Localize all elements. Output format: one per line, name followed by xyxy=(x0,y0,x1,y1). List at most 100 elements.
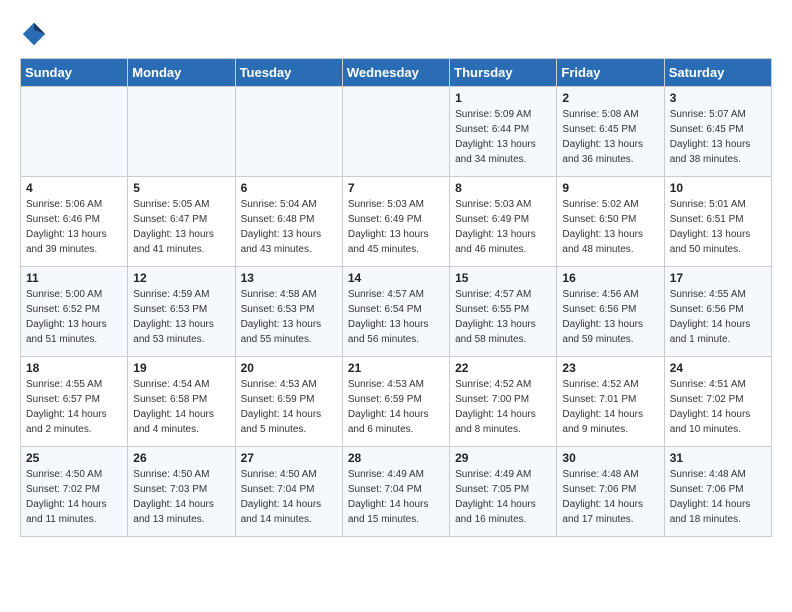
day-detail: Sunrise: 5:04 AM Sunset: 6:48 PM Dayligh… xyxy=(241,197,337,257)
calendar-day-cell: 5 Sunrise: 5:05 AM Sunset: 6:47 PM Daylig… xyxy=(128,177,235,267)
calendar-day-cell: 23 Sunrise: 4:52 AM Sunset: 7:01 PM Dayli… xyxy=(557,357,664,447)
day-of-week-header: Sunday xyxy=(21,59,128,87)
day-detail: Sunrise: 4:51 AM Sunset: 7:02 PM Dayligh… xyxy=(670,377,766,437)
day-detail: Sunrise: 5:07 AM Sunset: 6:45 PM Dayligh… xyxy=(670,107,766,167)
day-detail: Sunrise: 4:53 AM Sunset: 6:59 PM Dayligh… xyxy=(348,377,444,437)
calendar-week-row: 4 Sunrise: 5:06 AM Sunset: 6:46 PM Daylig… xyxy=(21,177,772,267)
day-number: 26 xyxy=(133,451,229,465)
day-detail: Sunrise: 5:02 AM Sunset: 6:50 PM Dayligh… xyxy=(562,197,658,257)
day-detail: Sunrise: 5:03 AM Sunset: 6:49 PM Dayligh… xyxy=(455,197,551,257)
calendar-day-cell xyxy=(235,87,342,177)
day-number: 12 xyxy=(133,271,229,285)
calendar-day-cell: 26 Sunrise: 4:50 AM Sunset: 7:03 PM Dayli… xyxy=(128,447,235,537)
day-number: 17 xyxy=(670,271,766,285)
calendar-day-cell: 28 Sunrise: 4:49 AM Sunset: 7:04 PM Dayli… xyxy=(342,447,449,537)
calendar-day-cell xyxy=(21,87,128,177)
calendar-day-cell: 6 Sunrise: 5:04 AM Sunset: 6:48 PM Daylig… xyxy=(235,177,342,267)
calendar-day-cell: 2 Sunrise: 5:08 AM Sunset: 6:45 PM Daylig… xyxy=(557,87,664,177)
day-detail: Sunrise: 4:48 AM Sunset: 7:06 PM Dayligh… xyxy=(670,467,766,527)
day-number: 4 xyxy=(26,181,122,195)
calendar-day-cell: 9 Sunrise: 5:02 AM Sunset: 6:50 PM Daylig… xyxy=(557,177,664,267)
calendar-day-cell: 12 Sunrise: 4:59 AM Sunset: 6:53 PM Dayli… xyxy=(128,267,235,357)
calendar-day-cell: 17 Sunrise: 4:55 AM Sunset: 6:56 PM Dayli… xyxy=(664,267,771,357)
day-of-week-header: Friday xyxy=(557,59,664,87)
calendar-day-cell: 29Sunrise: 4:49 AM Sunset: 7:05 PM Dayli… xyxy=(450,447,557,537)
day-detail: Sunrise: 4:52 AM Sunset: 7:01 PM Dayligh… xyxy=(562,377,658,437)
day-detail: Sunrise: 4:57 AM Sunset: 6:55 PM Dayligh… xyxy=(455,287,551,347)
day-detail: Sunrise: 4:48 AM Sunset: 7:06 PM Dayligh… xyxy=(562,467,658,527)
calendar-day-cell: 14 Sunrise: 4:57 AM Sunset: 6:54 PM Dayli… xyxy=(342,267,449,357)
calendar-week-row: 11Sunrise: 5:00 AM Sunset: 6:52 PM Dayli… xyxy=(21,267,772,357)
logo-icon xyxy=(20,20,48,48)
day-number: 22 xyxy=(455,361,551,375)
calendar-table: SundayMondayTuesdayWednesdayThursdayFrid… xyxy=(20,58,772,537)
day-detail: Sunrise: 4:49 AM Sunset: 7:04 PM Dayligh… xyxy=(348,467,444,527)
calendar-day-cell: 11Sunrise: 5:00 AM Sunset: 6:52 PM Dayli… xyxy=(21,267,128,357)
calendar-day-cell: 4 Sunrise: 5:06 AM Sunset: 6:46 PM Daylig… xyxy=(21,177,128,267)
calendar-day-cell: 16 Sunrise: 4:56 AM Sunset: 6:56 PM Dayli… xyxy=(557,267,664,357)
day-of-week-header: Thursday xyxy=(450,59,557,87)
day-number: 28 xyxy=(348,451,444,465)
day-number: 5 xyxy=(133,181,229,195)
day-number: 9 xyxy=(562,181,658,195)
day-number: 23 xyxy=(562,361,658,375)
calendar-day-cell: 1 Sunrise: 5:09 AM Sunset: 6:44 PM Daylig… xyxy=(450,87,557,177)
header xyxy=(20,20,772,48)
calendar-day-cell: 22Sunrise: 4:52 AM Sunset: 7:00 PM Dayli… xyxy=(450,357,557,447)
calendar-week-row: 1 Sunrise: 5:09 AM Sunset: 6:44 PM Daylig… xyxy=(21,87,772,177)
day-number: 21 xyxy=(348,361,444,375)
day-detail: Sunrise: 5:06 AM Sunset: 6:46 PM Dayligh… xyxy=(26,197,122,257)
logo xyxy=(20,20,52,48)
day-of-week-header: Monday xyxy=(128,59,235,87)
day-number: 19 xyxy=(133,361,229,375)
day-detail: Sunrise: 4:54 AM Sunset: 6:58 PM Dayligh… xyxy=(133,377,229,437)
day-detail: Sunrise: 5:08 AM Sunset: 6:45 PM Dayligh… xyxy=(562,107,658,167)
day-of-week-header: Tuesday xyxy=(235,59,342,87)
day-number: 14 xyxy=(348,271,444,285)
calendar-week-row: 25 Sunrise: 4:50 AM Sunset: 7:02 PM Dayli… xyxy=(21,447,772,537)
day-detail: Sunrise: 4:56 AM Sunset: 6:56 PM Dayligh… xyxy=(562,287,658,347)
day-number: 30 xyxy=(562,451,658,465)
day-number: 2 xyxy=(562,91,658,105)
day-number: 31 xyxy=(670,451,766,465)
calendar-day-cell: 21 Sunrise: 4:53 AM Sunset: 6:59 PM Dayli… xyxy=(342,357,449,447)
calendar-day-cell: 7 Sunrise: 5:03 AM Sunset: 6:49 PM Daylig… xyxy=(342,177,449,267)
day-number: 3 xyxy=(670,91,766,105)
days-of-week-row: SundayMondayTuesdayWednesdayThursdayFrid… xyxy=(21,59,772,87)
calendar-day-cell: 30 Sunrise: 4:48 AM Sunset: 7:06 PM Dayli… xyxy=(557,447,664,537)
day-detail: Sunrise: 4:50 AM Sunset: 7:04 PM Dayligh… xyxy=(241,467,337,527)
day-detail: Sunrise: 4:55 AM Sunset: 6:56 PM Dayligh… xyxy=(670,287,766,347)
day-number: 25 xyxy=(26,451,122,465)
day-detail: Sunrise: 5:05 AM Sunset: 6:47 PM Dayligh… xyxy=(133,197,229,257)
day-detail: Sunrise: 4:59 AM Sunset: 6:53 PM Dayligh… xyxy=(133,287,229,347)
calendar-day-cell: 24Sunrise: 4:51 AM Sunset: 7:02 PM Dayli… xyxy=(664,357,771,447)
calendar-day-cell: 3 Sunrise: 5:07 AM Sunset: 6:45 PM Daylig… xyxy=(664,87,771,177)
day-of-week-header: Saturday xyxy=(664,59,771,87)
calendar-body: 1 Sunrise: 5:09 AM Sunset: 6:44 PM Daylig… xyxy=(21,87,772,537)
calendar-day-cell xyxy=(342,87,449,177)
day-number: 7 xyxy=(348,181,444,195)
calendar-day-cell: 10Sunrise: 5:01 AM Sunset: 6:51 PM Dayli… xyxy=(664,177,771,267)
day-number: 8 xyxy=(455,181,551,195)
day-number: 10 xyxy=(670,181,766,195)
calendar-day-cell: 8 Sunrise: 5:03 AM Sunset: 6:49 PM Daylig… xyxy=(450,177,557,267)
day-number: 27 xyxy=(241,451,337,465)
day-detail: Sunrise: 5:09 AM Sunset: 6:44 PM Dayligh… xyxy=(455,107,551,167)
day-number: 15 xyxy=(455,271,551,285)
day-number: 20 xyxy=(241,361,337,375)
day-detail: Sunrise: 5:03 AM Sunset: 6:49 PM Dayligh… xyxy=(348,197,444,257)
day-detail: Sunrise: 4:55 AM Sunset: 6:57 PM Dayligh… xyxy=(26,377,122,437)
day-of-week-header: Wednesday xyxy=(342,59,449,87)
calendar-day-cell: 25 Sunrise: 4:50 AM Sunset: 7:02 PM Dayli… xyxy=(21,447,128,537)
day-detail: Sunrise: 4:57 AM Sunset: 6:54 PM Dayligh… xyxy=(348,287,444,347)
day-detail: Sunrise: 4:50 AM Sunset: 7:03 PM Dayligh… xyxy=(133,467,229,527)
day-detail: Sunrise: 4:50 AM Sunset: 7:02 PM Dayligh… xyxy=(26,467,122,527)
day-number: 6 xyxy=(241,181,337,195)
day-number: 1 xyxy=(455,91,551,105)
calendar-day-cell: 18Sunrise: 4:55 AM Sunset: 6:57 PM Dayli… xyxy=(21,357,128,447)
calendar-day-cell: 31 Sunrise: 4:48 AM Sunset: 7:06 PM Dayli… xyxy=(664,447,771,537)
calendar-week-row: 18Sunrise: 4:55 AM Sunset: 6:57 PM Dayli… xyxy=(21,357,772,447)
calendar-day-cell: 20Sunrise: 4:53 AM Sunset: 6:59 PM Dayli… xyxy=(235,357,342,447)
day-number: 16 xyxy=(562,271,658,285)
calendar-day-cell: 13Sunrise: 4:58 AM Sunset: 6:53 PM Dayli… xyxy=(235,267,342,357)
